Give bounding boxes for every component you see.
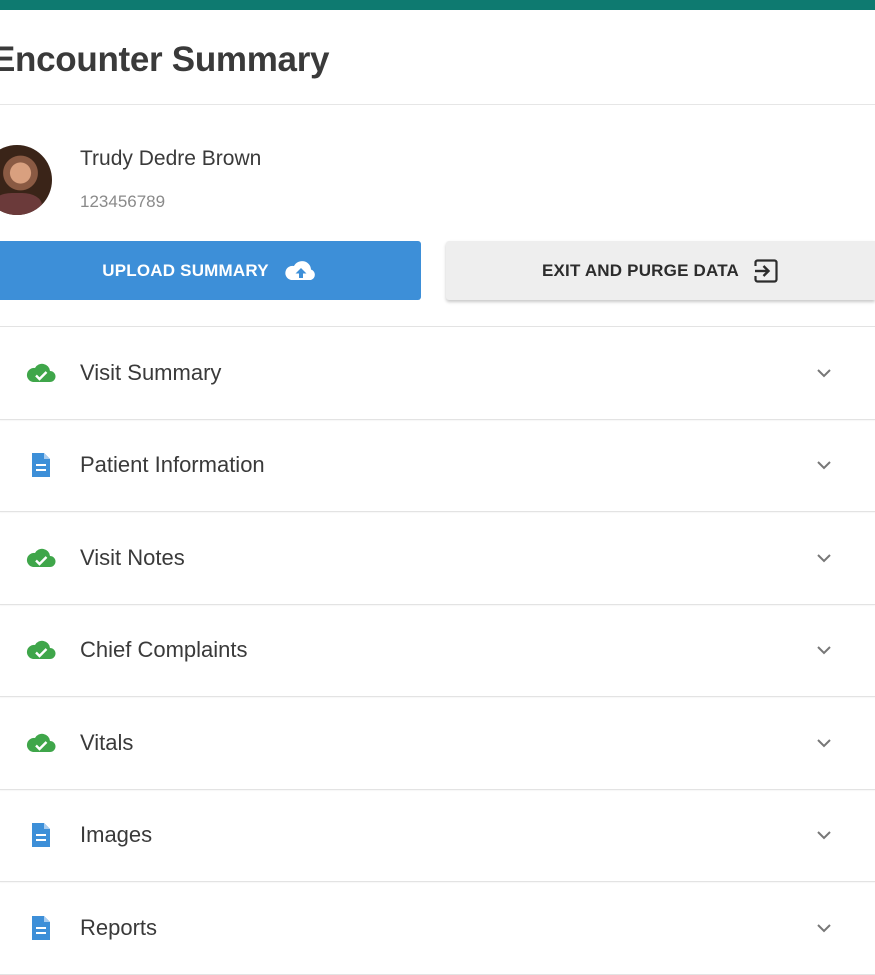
patient-name: Trudy Dedre Brown <box>80 147 262 170</box>
chevron-down-icon <box>817 831 831 840</box>
cloud-check-icon <box>26 544 56 572</box>
exit-and-purge-button[interactable]: EXIT AND PURGE DATA <box>446 241 875 300</box>
section-visit-summary[interactable]: Visit Summary <box>0 327 875 420</box>
section-chief-complaints[interactable]: Chief Complaints <box>0 605 875 697</box>
exit-and-purge-label: EXIT AND PURGE DATA <box>541 260 740 280</box>
section-visit-notes[interactable]: Visit Notes <box>0 512 875 605</box>
chevron-down-icon <box>817 739 831 748</box>
chevron-down-icon <box>817 554 831 563</box>
section-label: Reports <box>80 914 158 940</box>
document-icon <box>26 821 56 849</box>
section-label: Images <box>80 822 153 848</box>
document-icon <box>26 451 56 479</box>
upload-summary-button[interactable]: UPLOAD SUMMARY <box>0 241 421 300</box>
avatar <box>0 145 52 215</box>
section-label: Chief Complaints <box>80 637 248 663</box>
cloud-check-icon <box>26 359 56 387</box>
patient-id: 123456789 <box>80 192 166 211</box>
cloud-check-icon <box>26 729 56 757</box>
section-reports[interactable]: Reports <box>0 882 875 975</box>
section-label: Patient Information <box>80 452 265 478</box>
patient-card: Trudy Dedre Brown 123456789 UPLOAD SUMMA… <box>0 105 875 325</box>
exit-to-app-icon <box>753 258 779 284</box>
summary-accordion: Visit Summary Patient Information Visit … <box>0 326 875 975</box>
page-title: Encounter Summary <box>0 40 330 79</box>
upload-summary-label: UPLOAD SUMMARY <box>102 260 269 280</box>
chevron-down-icon <box>817 646 831 655</box>
top-app-bar <box>0 0 875 10</box>
chevron-down-icon <box>817 461 831 470</box>
section-label: Vitals <box>80 729 134 755</box>
document-icon <box>26 914 56 942</box>
chevron-down-icon <box>817 369 831 378</box>
section-images[interactable]: Images <box>0 790 875 882</box>
cloud-upload-icon <box>283 259 319 283</box>
section-label: Visit Notes <box>80 544 185 570</box>
cloud-check-icon <box>26 636 56 664</box>
chevron-down-icon <box>817 924 831 933</box>
section-vitals[interactable]: Vitals <box>0 697 875 790</box>
section-label: Visit Summary <box>80 359 222 385</box>
section-patient-information[interactable]: Patient Information <box>0 420 875 512</box>
